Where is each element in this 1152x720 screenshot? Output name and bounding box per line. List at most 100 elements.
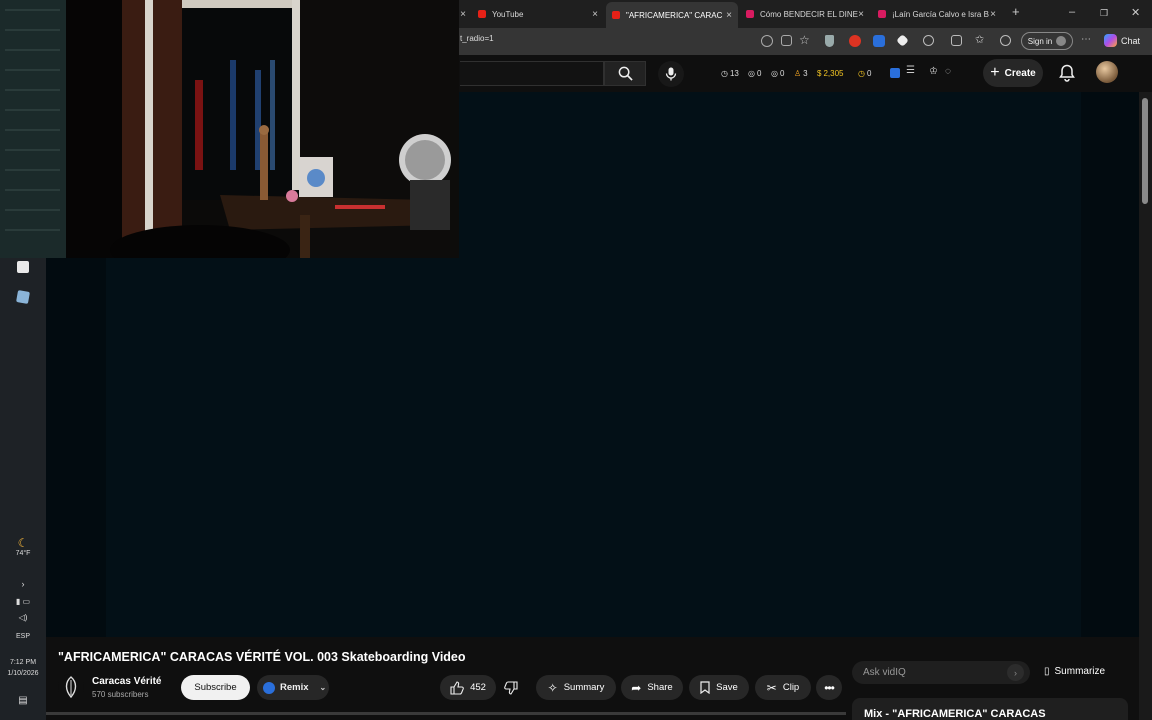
trophy-icon[interactable]: ♔ xyxy=(929,66,938,77)
chat-button[interactable]: Chat xyxy=(1104,34,1140,47)
list-icon[interactable]: ☰ xyxy=(906,65,915,76)
notification-center-icon[interactable]: ▤ xyxy=(0,695,46,706)
stat-eye-2: ◎ 0 xyxy=(771,69,785,78)
create-button[interactable]: + Create xyxy=(983,59,1043,87)
notifications-bell-icon[interactable] xyxy=(1059,64,1075,82)
comment-icon[interactable]: ◌ xyxy=(945,66,951,77)
mix-playlist-header[interactable]: Mix - "AFRICAMERICA" CARACAS xyxy=(852,698,1128,720)
copilot-icon xyxy=(1104,34,1117,47)
star-icon[interactable]: ☆ xyxy=(799,33,810,47)
voice-search-button[interactable] xyxy=(658,61,684,87)
clock-time[interactable]: 7:12 PM xyxy=(0,659,46,666)
send-arrow-icon[interactable]: › xyxy=(1007,664,1024,681)
stat-users: ♙ 3 xyxy=(794,69,808,78)
tab-close-icon[interactable]: × xyxy=(726,10,732,21)
summarize-button[interactable]: ▯ Summarize xyxy=(1044,666,1105,677)
tray-icons[interactable]: ▮ ▭ xyxy=(0,597,46,606)
youtube-favicon-icon xyxy=(612,11,620,19)
search-button[interactable] xyxy=(604,61,646,86)
store-icon[interactable] xyxy=(0,261,46,275)
webcam-image xyxy=(0,0,459,258)
stat-coins: $2,305 xyxy=(817,69,844,78)
more-menu-icon[interactable]: ⋯ xyxy=(1081,34,1091,45)
subscribe-button[interactable]: Subscribe xyxy=(181,675,250,700)
microphone-icon xyxy=(665,67,677,81)
chevron-down-icon: ⌄ xyxy=(319,683,327,692)
thumbs-up-icon xyxy=(450,680,464,695)
reader-icon[interactable] xyxy=(781,35,792,46)
tab-africamerica[interactable]: "AFRICAMERICA" CARAC × xyxy=(606,2,738,28)
diamond-extension-icon[interactable] xyxy=(896,34,909,47)
tab-youtube[interactable]: YouTube × xyxy=(472,4,604,24)
like-button[interactable]: 452 xyxy=(440,675,496,700)
user-avatar[interactable] xyxy=(1096,61,1118,83)
tab-close-previous[interactable]: × xyxy=(458,4,468,24)
vidiq-icon[interactable] xyxy=(890,68,900,78)
sparkle-icon: ✧ xyxy=(547,680,558,695)
coin-icon: $ xyxy=(817,69,822,78)
tab-close-icon[interactable]: × xyxy=(592,9,598,20)
clock-date[interactable]: 1/10/2026 xyxy=(0,670,46,677)
dislike-button[interactable] xyxy=(498,675,524,700)
channel-logo-icon xyxy=(65,676,77,698)
windows-taskbar: ☾ 74°F › ▮ ▭ ◁) ESP 7:12 PM 1/10/2026 ▤ xyxy=(0,258,46,720)
subscriber-count: 570 subscribers xyxy=(92,690,149,699)
search-input[interactable] xyxy=(460,61,604,86)
channel-name[interactable]: Caracas Vérité xyxy=(92,676,162,687)
tab-lain[interactable]: ¡Laín García Calvo e Isra B × xyxy=(872,4,1002,24)
page-scrollbar[interactable] xyxy=(1139,92,1152,720)
chevron-right-icon[interactable]: › xyxy=(0,579,46,589)
stat-timer: ◷ 0 xyxy=(858,69,872,78)
sign-in-button[interactable]: Sign in xyxy=(1021,32,1073,50)
shield-icon[interactable] xyxy=(825,35,834,47)
url-text[interactable]: t_radio=1 xyxy=(460,34,494,43)
youtube-favicon-icon xyxy=(878,10,886,18)
remix-icon xyxy=(263,681,275,694)
favorites-icon[interactable]: ✩ xyxy=(975,33,984,46)
record-extension-icon[interactable] xyxy=(849,35,861,47)
extensions-icon[interactable] xyxy=(923,35,934,46)
tab-bendecir[interactable]: Cómo BENDECIR EL DINE × xyxy=(740,4,870,24)
plus-icon: + xyxy=(990,64,1000,81)
remix-button[interactable]: Remix ⌄ xyxy=(257,675,329,700)
clock-icon: ◷ xyxy=(721,69,728,78)
profile-icon xyxy=(1056,36,1067,46)
share-arrow-icon: ➦ xyxy=(631,680,642,695)
weather-widget[interactable]: ☾ 74°F xyxy=(0,536,46,557)
more-actions-button[interactable]: ••• xyxy=(816,675,842,700)
scissors-icon: ✂ xyxy=(766,680,777,695)
video-progress-bar[interactable] xyxy=(46,712,846,715)
scrollbar-thumb[interactable] xyxy=(1142,98,1148,204)
youtube-favicon-icon xyxy=(746,10,754,18)
tab-close-icon[interactable]: × xyxy=(990,9,996,20)
clip-button[interactable]: ✂ Clip xyxy=(755,675,811,700)
vidiq-extension-icon[interactable] xyxy=(873,35,885,47)
channel-avatar[interactable] xyxy=(58,674,84,700)
save-button[interactable]: Save xyxy=(689,675,749,700)
language-indicator[interactable]: ESP xyxy=(0,633,46,640)
user-icon: ♙ xyxy=(794,69,802,78)
webcam-overlay xyxy=(0,0,459,258)
bookmark-icon xyxy=(700,681,710,694)
more-horizontal-icon: ••• xyxy=(824,680,835,695)
book-icon: ▯ xyxy=(1044,666,1050,677)
stat-views: ◷ 13 xyxy=(721,69,739,78)
restore-icon[interactable]: ❐ xyxy=(1100,8,1108,19)
share-button[interactable]: ➦ Share xyxy=(621,675,683,700)
thumbs-down-icon xyxy=(504,680,518,695)
window-close-icon[interactable]: ✕ xyxy=(1131,6,1140,19)
tab-close-icon[interactable]: × xyxy=(858,9,864,20)
app-icon[interactable] xyxy=(0,290,46,305)
minimize-icon[interactable]: – xyxy=(1069,6,1075,18)
translate-icon[interactable] xyxy=(761,35,773,47)
new-tab-icon[interactable]: + xyxy=(1012,4,1020,19)
stat-eye-1: ◎ 0 xyxy=(748,69,762,78)
eye-icon: ◎ xyxy=(748,69,755,78)
volume-icon[interactable]: ◁) xyxy=(0,613,46,622)
ask-vidiq-input[interactable]: Ask vidIQ › xyxy=(852,661,1030,684)
summary-button[interactable]: ✧ Summary xyxy=(536,675,616,700)
timer-icon: ◷ xyxy=(858,69,865,78)
split-icon[interactable] xyxy=(951,35,962,46)
search-icon xyxy=(618,66,633,81)
history-icon[interactable] xyxy=(1000,35,1011,46)
